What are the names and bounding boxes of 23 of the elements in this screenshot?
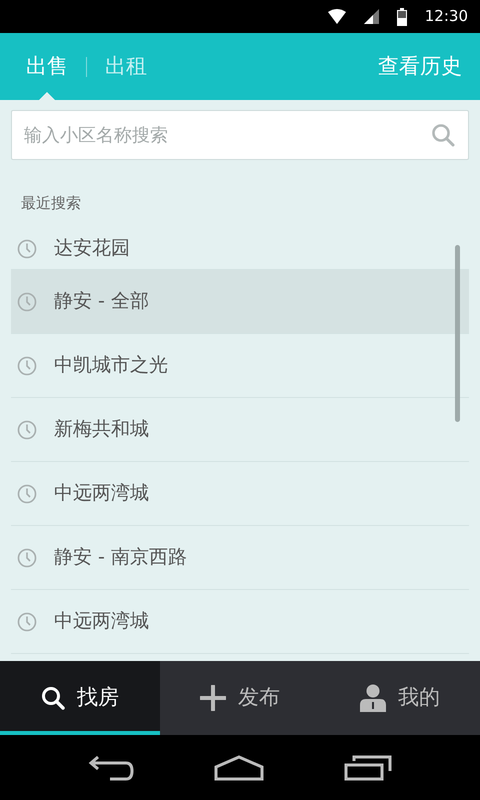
search-icon xyxy=(431,123,455,147)
clock-icon xyxy=(17,292,37,312)
search-icon xyxy=(41,686,65,710)
search-field[interactable]: 输入小区名称搜索 xyxy=(11,110,469,160)
clock-icon xyxy=(17,548,37,568)
person-icon xyxy=(360,684,386,712)
clock-icon xyxy=(17,420,37,440)
plus-icon xyxy=(200,684,226,710)
recent-search-item[interactable]: 静安 - 全部 xyxy=(11,270,469,334)
back-icon[interactable] xyxy=(88,754,134,780)
home-icon[interactable] xyxy=(214,754,264,780)
wifi-icon xyxy=(328,9,346,24)
clock-icon xyxy=(17,238,37,258)
clock-icon xyxy=(17,484,37,504)
nav-tab[interactable]: 找房 xyxy=(0,661,160,735)
clock-time: 12:30 xyxy=(424,6,468,28)
recent-apps-icon[interactable] xyxy=(344,754,392,780)
section-title: 最近搜索 xyxy=(21,194,81,212)
battery-icon xyxy=(396,8,407,26)
clock-icon xyxy=(17,612,37,632)
scrollbar[interactable] xyxy=(455,245,460,422)
clock-icon xyxy=(17,356,37,376)
signal-icon xyxy=(364,9,379,24)
